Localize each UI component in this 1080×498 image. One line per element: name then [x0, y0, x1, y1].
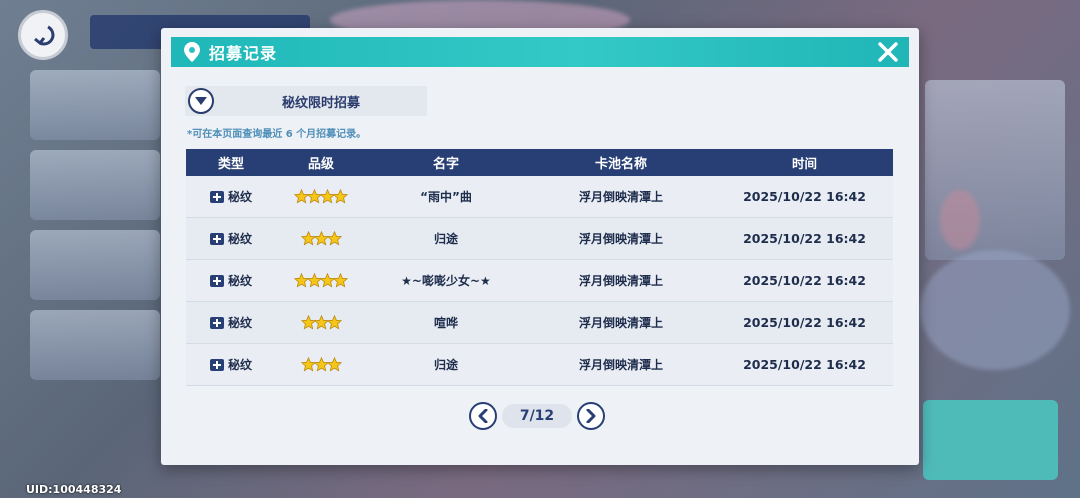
star-icon: [333, 189, 348, 204]
star-icon: [326, 231, 342, 246]
header-type: 类型: [217, 157, 244, 172]
record-table: 类型 品级 名字 卡池名称 时间 秘纹 “雨中”曲 浮月倒映清潭上 2025/10/2…: [186, 149, 893, 386]
bg-shelf: [30, 150, 160, 220]
card-icon: [209, 316, 224, 329]
type-label: 秘纹: [227, 358, 252, 372]
pool-cell: 浮月倒映清潭上: [578, 274, 663, 288]
pool-selector-dropdown[interactable]: 秘纹限时招募: [185, 86, 427, 116]
header-time: 时间: [791, 156, 817, 171]
pool-cell: 浮月倒映清潭上: [578, 232, 663, 246]
uid-label: UID:100448324: [26, 483, 122, 496]
card-icon: [209, 274, 224, 287]
type-cell: 秘纹: [186, 356, 276, 373]
table-row: 秘纹 喧哗 浮月倒映清潭上 2025/10/22 16:42: [186, 302, 893, 344]
rarity-cell: [276, 357, 366, 372]
dialog-titlebar: 招募记录: [171, 37, 909, 67]
type-cell: 秘纹: [186, 314, 276, 331]
close-icon: [878, 42, 898, 62]
recruit-button-bg: [923, 400, 1058, 480]
star-rating: [300, 357, 342, 372]
name-cell: 归途: [433, 358, 458, 372]
card-icon: [209, 358, 224, 371]
table-header: 类型 品级 名字 卡池名称 时间: [186, 149, 893, 176]
type-label: 秘纹: [227, 316, 252, 330]
star-icon: [326, 315, 342, 330]
prev-page-button[interactable]: [469, 402, 497, 430]
card-icon: [209, 190, 224, 203]
rarity-cell: [276, 189, 366, 204]
table-row: 秘纹 “雨中”曲 浮月倒映清潭上 2025/10/22 16:42: [186, 176, 893, 218]
bg-shelf: [30, 70, 160, 140]
type-cell: 秘纹: [186, 188, 276, 205]
location-pin-icon: [184, 42, 200, 62]
star-rating: [294, 189, 348, 204]
pool-cell: 浮月倒映清潭上: [578, 316, 663, 330]
name-cell: 归途: [433, 232, 458, 246]
name-cell: “雨中”曲: [420, 190, 472, 204]
header-name: 名字: [432, 157, 459, 172]
time-cell: 2025/10/22 16:42: [743, 315, 866, 330]
name-cell: 喧哗: [433, 316, 458, 330]
header-rarity: 品级: [307, 157, 334, 172]
chevron-left-icon: [478, 409, 488, 423]
bg-figure: [920, 250, 1070, 370]
bg-figure: [940, 190, 980, 250]
table-row: 秘纹 ★~嘭嘭少女~★ 浮月倒映清潭上 2025/10/22 16:42: [186, 260, 893, 302]
next-page-button[interactable]: [577, 402, 605, 430]
pagination: 7/12: [469, 402, 605, 430]
table-row: 秘纹 归途 浮月倒映清潭上 2025/10/22 16:42: [186, 344, 893, 386]
type-label: 秘纹: [227, 190, 252, 204]
star-icon: [333, 273, 348, 288]
type-label: 秘纹: [227, 232, 252, 246]
close-button[interactable]: [875, 39, 901, 65]
page-indicator: 7/12: [502, 404, 572, 428]
pool-selector-label: 秘纹限时招募: [281, 95, 360, 111]
star-rating: [300, 315, 342, 330]
time-cell: 2025/10/22 16:42: [743, 231, 866, 246]
recruit-record-dialog: 招募记录 秘纹限时招募 *可在本页面查询最近 6 个月招募记录。 类型 品级 名…: [161, 28, 919, 465]
name-cell: ★~嘭嘭少女~★: [401, 274, 491, 288]
chevron-right-icon: [586, 409, 596, 423]
rarity-cell: [276, 231, 366, 246]
back-arrow-icon: [34, 25, 55, 46]
time-cell: 2025/10/22 16:42: [743, 273, 866, 288]
rarity-cell: [276, 273, 366, 288]
type-label: 秘纹: [227, 274, 252, 288]
back-button[interactable]: [18, 10, 68, 60]
bg-shelf: [30, 310, 160, 380]
star-rating: [294, 273, 348, 288]
dialog-title: 招募记录: [209, 44, 278, 63]
star-rating: [300, 231, 342, 246]
time-cell: 2025/10/22 16:42: [743, 189, 866, 204]
time-cell: 2025/10/22 16:42: [743, 357, 866, 372]
star-icon: [326, 357, 342, 372]
card-icon: [209, 232, 224, 245]
rarity-cell: [276, 315, 366, 330]
type-cell: 秘纹: [186, 230, 276, 247]
pool-cell: 浮月倒映清潭上: [578, 190, 663, 204]
pool-cell: 浮月倒映清潭上: [578, 358, 663, 372]
table-body: 秘纹 “雨中”曲 浮月倒映清潭上 2025/10/22 16:42 秘纹 归途 浮月倒映清潭…: [186, 176, 893, 386]
bg-shelf: [30, 230, 160, 300]
header-pool: 卡池名称: [594, 157, 647, 172]
notice-text: *可在本页面查询最近 6 个月招募记录。: [187, 129, 367, 140]
table-row: 秘纹 归途 浮月倒映清潭上 2025/10/22 16:42: [186, 218, 893, 260]
type-cell: 秘纹: [186, 272, 276, 289]
